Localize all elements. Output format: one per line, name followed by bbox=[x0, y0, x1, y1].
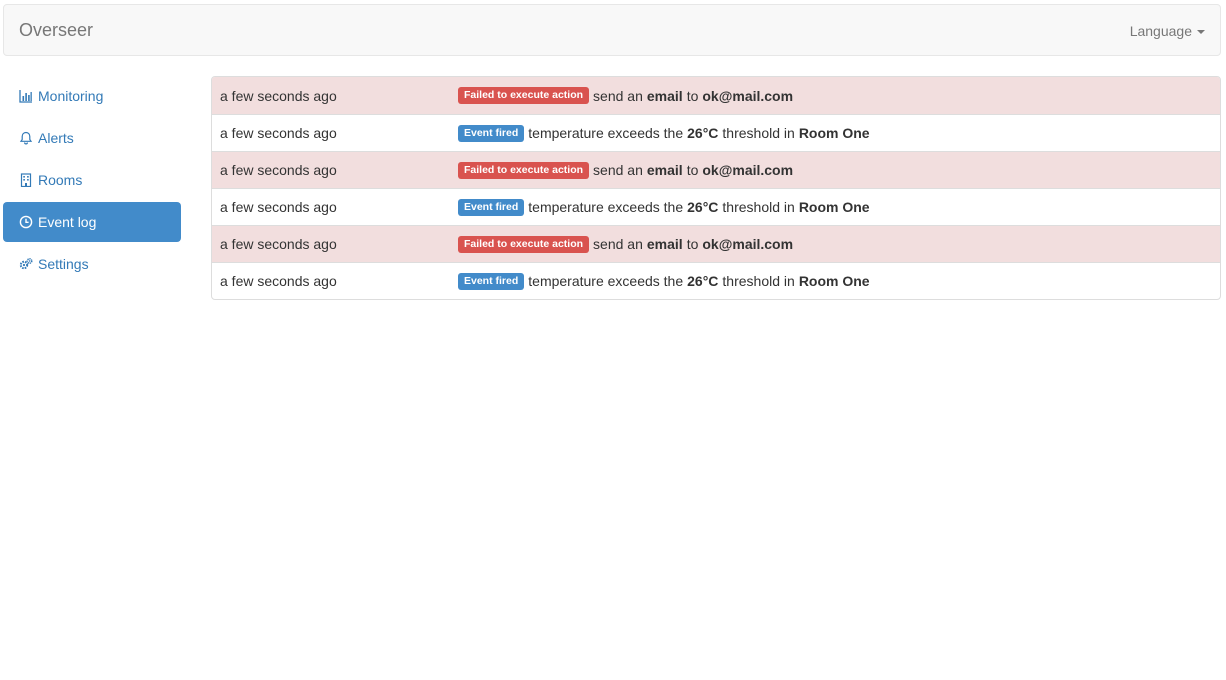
gears-icon bbox=[18, 256, 34, 272]
clock-icon bbox=[18, 214, 34, 230]
sidebar-item-settings[interactable]: Settings bbox=[3, 244, 181, 284]
table-row: a few seconds ago Event fired temperatur… bbox=[212, 114, 1220, 151]
navbar: Overseer Language bbox=[3, 4, 1221, 56]
event-highlight: ok@mail.com bbox=[702, 162, 794, 178]
sidebar-item-alerts[interactable]: Alerts bbox=[3, 118, 181, 158]
event-text: threshold in bbox=[722, 199, 795, 215]
event-text: temperature exceeds the bbox=[528, 273, 684, 289]
event-text: send an bbox=[593, 162, 643, 178]
event-highlight: ok@mail.com bbox=[702, 87, 794, 104]
event-time: a few seconds ago bbox=[220, 199, 337, 215]
event-message: Failed to execute action send an email to o… bbox=[458, 235, 794, 253]
sidebar-item-label: Settings bbox=[38, 256, 89, 272]
event-highlight: 26°C bbox=[687, 199, 719, 215]
event-message: Event fired temperature exceeds the 26°C t… bbox=[458, 198, 870, 216]
status-badge: Failed to execute action bbox=[458, 161, 590, 179]
event-message: Failed to execute action send an email to o… bbox=[458, 87, 793, 104]
event-time: a few seconds ago bbox=[220, 236, 337, 252]
event-highlight: Room One bbox=[798, 125, 870, 141]
status-badge: Failed to execute action bbox=[458, 235, 590, 253]
sidebar-item-label: Event log bbox=[38, 214, 97, 230]
event-text: to bbox=[686, 87, 699, 104]
sidebar-item-event-log[interactable]: Event log bbox=[3, 202, 181, 242]
event-time: a few seconds ago bbox=[220, 87, 337, 104]
event-highlight: Room One bbox=[798, 273, 870, 289]
sidebar-item-label: Rooms bbox=[38, 172, 83, 188]
sidebar-item-label: Monitoring bbox=[38, 88, 104, 104]
bar-chart-icon bbox=[18, 88, 34, 104]
event-text: to bbox=[686, 162, 699, 178]
event-highlight: Room One bbox=[798, 199, 870, 215]
event-highlight: email bbox=[646, 236, 683, 252]
event-time: a few seconds ago bbox=[220, 125, 337, 141]
sidebar: Monitoring Alerts Rooms Event log Settin… bbox=[3, 76, 181, 286]
event-text: threshold in bbox=[722, 125, 795, 141]
event-message: Event fired temperature exceeds the 26°C t… bbox=[458, 272, 870, 290]
sidebar-item-rooms[interactable]: Rooms bbox=[3, 160, 181, 200]
event-text: send an bbox=[593, 87, 643, 104]
table-row: a few seconds ago Failed to execute acti… bbox=[212, 225, 1220, 262]
status-badge: Event fired bbox=[458, 124, 525, 142]
event-message: Failed to execute action send an email to o… bbox=[458, 161, 794, 179]
brand-title[interactable]: Overseer bbox=[19, 20, 93, 40]
language-dropdown[interactable]: Language bbox=[1130, 22, 1205, 40]
table-row: a few seconds ago Failed to execute acti… bbox=[212, 151, 1220, 188]
event-text: temperature exceeds the bbox=[528, 125, 684, 141]
event-text: send an bbox=[593, 236, 643, 252]
sidebar-item-label: Alerts bbox=[38, 130, 74, 146]
table-row: a few seconds ago Failed to execute acti… bbox=[212, 77, 1220, 114]
sidebar-item-monitoring[interactable]: Monitoring bbox=[3, 76, 181, 116]
status-badge: Event fired bbox=[458, 198, 525, 216]
table-row: a few seconds ago Event fired temperatur… bbox=[212, 188, 1220, 225]
language-label: Language bbox=[1129, 23, 1192, 39]
caret-down-icon bbox=[1197, 30, 1205, 35]
event-time: a few seconds ago bbox=[220, 273, 337, 289]
table-row: a few seconds ago Event fired temperatur… bbox=[212, 262, 1220, 299]
event-highlight: email bbox=[646, 162, 683, 178]
event-message: Event fired temperature exceeds the 26°C t… bbox=[458, 124, 870, 142]
event-highlight: email bbox=[646, 87, 683, 104]
status-badge: Failed to execute action bbox=[458, 87, 590, 104]
event-text: temperature exceeds the bbox=[528, 199, 684, 215]
building-icon bbox=[18, 172, 34, 188]
event-text: to bbox=[686, 236, 699, 252]
event-time: a few seconds ago bbox=[220, 162, 337, 178]
event-text: threshold in bbox=[722, 273, 795, 289]
status-badge: Event fired bbox=[458, 272, 525, 290]
event-highlight: 26°C bbox=[687, 125, 719, 141]
event-highlight: ok@mail.com bbox=[702, 236, 794, 252]
event-highlight: 26°C bbox=[687, 273, 719, 289]
event-log-table: a few seconds ago Failed to execute acti… bbox=[211, 76, 1221, 300]
bell-icon bbox=[18, 130, 34, 146]
